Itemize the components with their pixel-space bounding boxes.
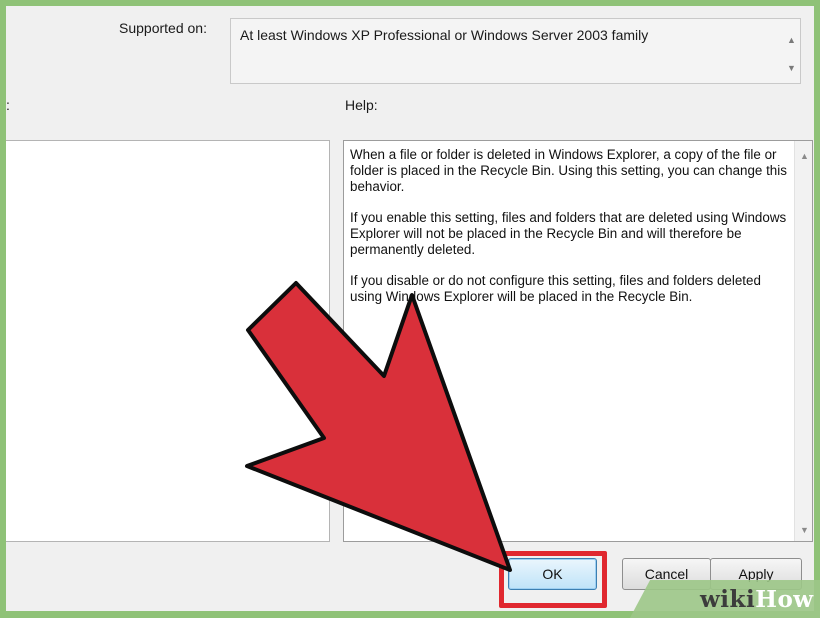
wikihow-watermark: wikiHow	[700, 586, 814, 613]
pointer-arrow-icon	[245, 281, 512, 572]
